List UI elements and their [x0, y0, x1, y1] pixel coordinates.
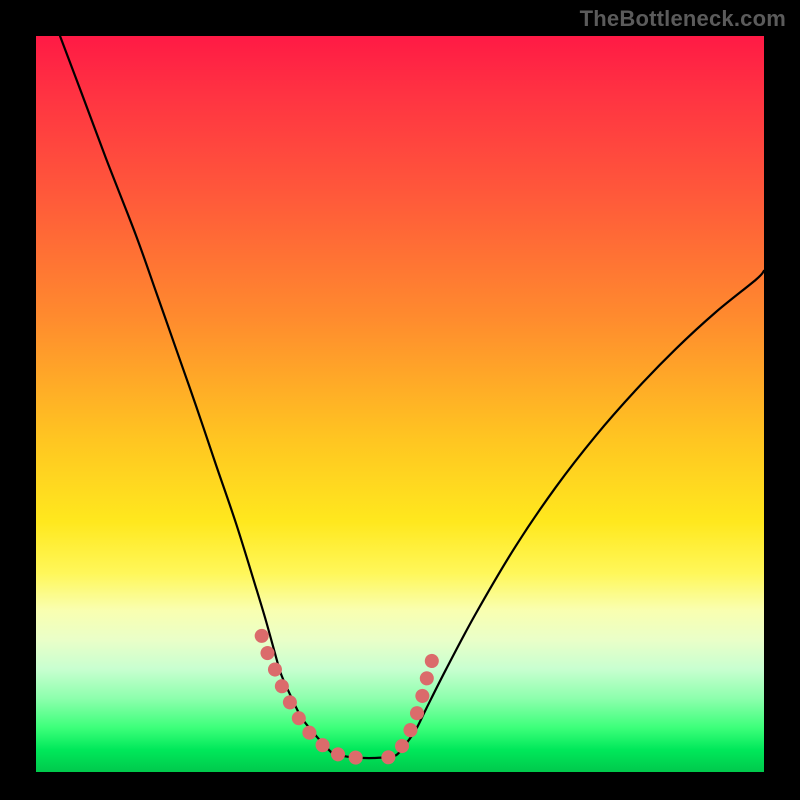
- chart-frame: TheBottleneck.com: [0, 0, 800, 800]
- bottleneck-curve: [60, 36, 764, 758]
- branding-watermark: TheBottleneck.com: [580, 6, 786, 32]
- plot-area: [36, 36, 764, 772]
- curve-layer: [36, 36, 764, 772]
- left-marker-cluster: [262, 636, 366, 758]
- right-marker-cluster: [388, 645, 435, 758]
